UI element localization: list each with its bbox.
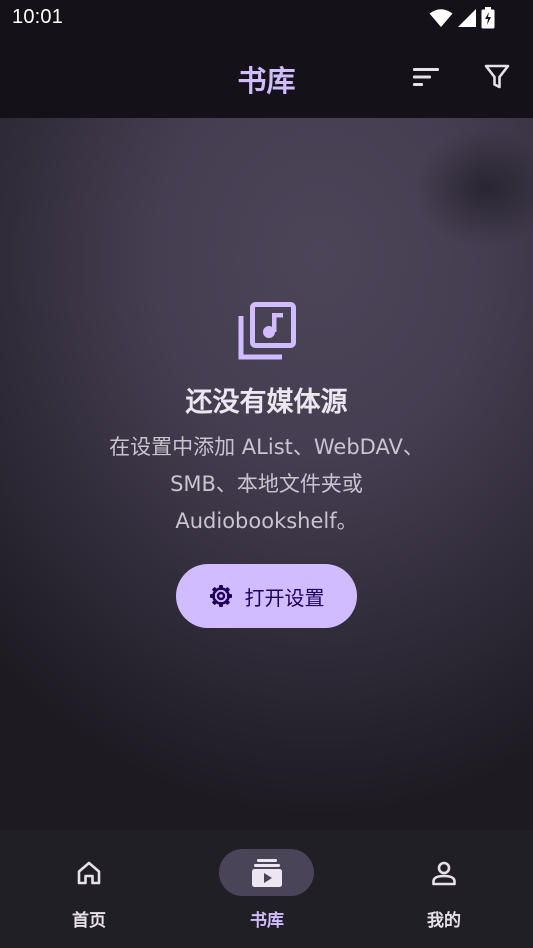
status-icons	[429, 7, 495, 29]
description-line: SMB、本地文件夹或	[170, 472, 363, 496]
page-title: 书库	[237, 64, 296, 98]
home-icon	[77, 861, 100, 884]
nav-label-home: 首页	[72, 911, 106, 931]
nav-item-library[interactable]: 书库	[178, 830, 356, 948]
nav-indicator	[41, 849, 136, 896]
nav-indicator	[396, 849, 491, 896]
filter-button[interactable]	[480, 60, 514, 94]
status-bar: 10:01	[0, 0, 533, 36]
description-line: Audiobookshelf。	[175, 509, 358, 533]
nav-label-library: 书库	[250, 911, 284, 931]
empty-state-title: 还没有媒体源	[185, 387, 348, 418]
empty-state-description: 在设置中添加 AList、WebDAV、 SMB、本地文件夹或 Audioboo…	[60, 429, 473, 540]
nav-item-home[interactable]: 首页	[0, 830, 178, 948]
open-settings-label: 打开设置	[244, 585, 325, 610]
open-settings-button[interactable]: 打开设置	[176, 564, 357, 628]
top-app-bar: 书库	[0, 36, 533, 118]
wifi-icon	[429, 9, 453, 27]
library-content: 还没有媒体源 在设置中添加 AList、WebDAV、 SMB、本地文件夹或 A…	[0, 118, 533, 830]
signal-icon	[458, 9, 476, 27]
filter-icon	[484, 64, 510, 89]
description-line: 在设置中添加 AList、WebDAV、	[109, 435, 424, 459]
library-icon	[251, 858, 282, 887]
gear-icon	[209, 585, 232, 607]
nav-indicator-active	[219, 849, 314, 896]
bottom-navigation: 首页 书库 我的	[0, 830, 533, 948]
person-icon	[431, 861, 456, 885]
sort-icon	[413, 68, 439, 86]
battery-charging-icon	[481, 7, 495, 29]
status-time: 10:01	[12, 6, 64, 28]
music-library-icon	[238, 302, 296, 360]
nav-label-profile: 我的	[427, 911, 461, 931]
sort-button[interactable]	[409, 60, 443, 94]
nav-item-profile[interactable]: 我的	[355, 830, 533, 948]
screen: 10:01 书库 还没有媒体源 在设置中添加 AList、WebDAV、 SMB…	[0, 0, 533, 948]
